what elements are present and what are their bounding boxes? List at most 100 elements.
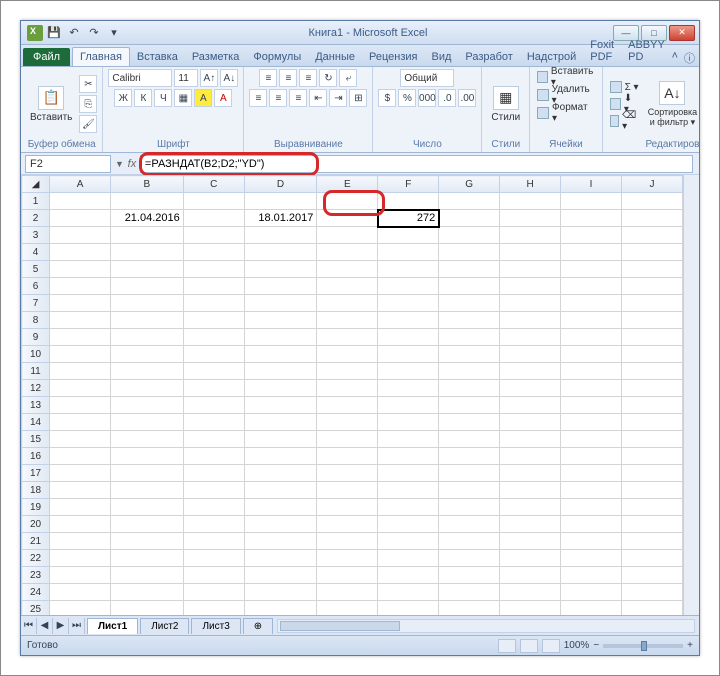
row-header[interactable]: 12 [22,380,50,397]
row-header[interactable]: 19 [22,499,50,516]
row-header[interactable]: 11 [22,363,50,380]
cell-I6[interactable] [561,278,622,295]
cell-C1[interactable] [183,193,244,210]
fx-icon[interactable]: fx [124,158,140,170]
cell-B2[interactable]: 21.04.2016 [111,210,184,227]
cell-A8[interactable] [50,312,111,329]
cell-H13[interactable] [500,397,561,414]
row-header[interactable]: 10 [22,346,50,363]
comma-button[interactable]: 000 [418,89,436,107]
indent-inc[interactable]: ⇥ [329,89,347,107]
cell-D7[interactable] [244,295,317,312]
cell-J23[interactable] [622,567,683,584]
cell-I18[interactable] [561,482,622,499]
shrink-font-button[interactable]: A↓ [220,69,238,87]
row-header[interactable]: 17 [22,465,50,482]
cell-B6[interactable] [111,278,184,295]
cell-D17[interactable] [244,465,317,482]
cell-A1[interactable] [50,193,111,210]
cell-B20[interactable] [111,516,184,533]
cell-I3[interactable] [561,227,622,244]
clear-button[interactable]: ⌫ ▾ [608,113,641,129]
cell-G7[interactable] [439,295,500,312]
tab-addins[interactable]: Надстрой [520,48,583,66]
cell-F21[interactable] [378,533,439,550]
cell-H6[interactable] [500,278,561,295]
cell-C24[interactable] [183,584,244,601]
row-header[interactable]: 1 [22,193,50,210]
name-box[interactable]: F2 [25,155,111,173]
cell-G16[interactable] [439,448,500,465]
sheet-nav-next[interactable]: ▶ [53,618,69,634]
paste-button[interactable]: 📋 Вставить [26,84,76,125]
font-color-button[interactable]: А [214,89,232,107]
cell-B8[interactable] [111,312,184,329]
tab-data[interactable]: Данные [308,48,362,66]
cell-F5[interactable] [378,261,439,278]
cell-B19[interactable] [111,499,184,516]
cell-C25[interactable] [183,601,244,616]
cell-B3[interactable] [111,227,184,244]
cell-D16[interactable] [244,448,317,465]
cell-J9[interactable] [622,329,683,346]
cell-I22[interactable] [561,550,622,567]
cell-A7[interactable] [50,295,111,312]
format-cells-button[interactable]: Формат ▾ [535,105,596,121]
row-header[interactable]: 16 [22,448,50,465]
cell-I17[interactable] [561,465,622,482]
cell-J12[interactable] [622,380,683,397]
cell-D1[interactable] [244,193,317,210]
cell-H3[interactable] [500,227,561,244]
cell-J18[interactable] [622,482,683,499]
cell-B18[interactable] [111,482,184,499]
cell-B9[interactable] [111,329,184,346]
cell-J6[interactable] [622,278,683,295]
cell-A11[interactable] [50,363,111,380]
cell-C17[interactable] [183,465,244,482]
cell-H12[interactable] [500,380,561,397]
cell-F17[interactable] [378,465,439,482]
format-painter-button[interactable]: 🖌 [79,115,97,133]
cell-G3[interactable] [439,227,500,244]
cell-J3[interactable] [622,227,683,244]
cell-J13[interactable] [622,397,683,414]
save-button[interactable]: 💾 [45,24,63,42]
col-D[interactable]: D [244,176,317,193]
cell-I5[interactable] [561,261,622,278]
cell-E6[interactable] [317,278,378,295]
cell-I4[interactable] [561,244,622,261]
percent-button[interactable]: % [398,89,416,107]
cell-J1[interactable] [622,193,683,210]
cell-I24[interactable] [561,584,622,601]
fill-color-button[interactable]: А [194,89,212,107]
cell-I19[interactable] [561,499,622,516]
cell-J24[interactable] [622,584,683,601]
cell-G17[interactable] [439,465,500,482]
align-top[interactable]: ≡ [259,69,277,87]
horizontal-scrollbar[interactable] [277,619,695,633]
cell-B21[interactable] [111,533,184,550]
align-right[interactable]: ≡ [289,89,307,107]
cell-E4[interactable] [317,244,378,261]
cell-A14[interactable] [50,414,111,431]
row-header[interactable]: 8 [22,312,50,329]
cell-I2[interactable] [561,210,622,227]
cell-E22[interactable] [317,550,378,567]
cell-D19[interactable] [244,499,317,516]
cell-F1[interactable] [378,193,439,210]
row-header[interactable]: 13 [22,397,50,414]
col-B[interactable]: B [111,176,184,193]
cell-I16[interactable] [561,448,622,465]
cell-G18[interactable] [439,482,500,499]
cell-H11[interactable] [500,363,561,380]
col-A[interactable]: A [50,176,111,193]
cell-E21[interactable] [317,533,378,550]
cell-H8[interactable] [500,312,561,329]
font-name-select[interactable] [108,69,172,87]
cell-B23[interactable] [111,567,184,584]
cell-I13[interactable] [561,397,622,414]
cell-A22[interactable] [50,550,111,567]
cell-A9[interactable] [50,329,111,346]
cell-J22[interactable] [622,550,683,567]
cell-G24[interactable] [439,584,500,601]
